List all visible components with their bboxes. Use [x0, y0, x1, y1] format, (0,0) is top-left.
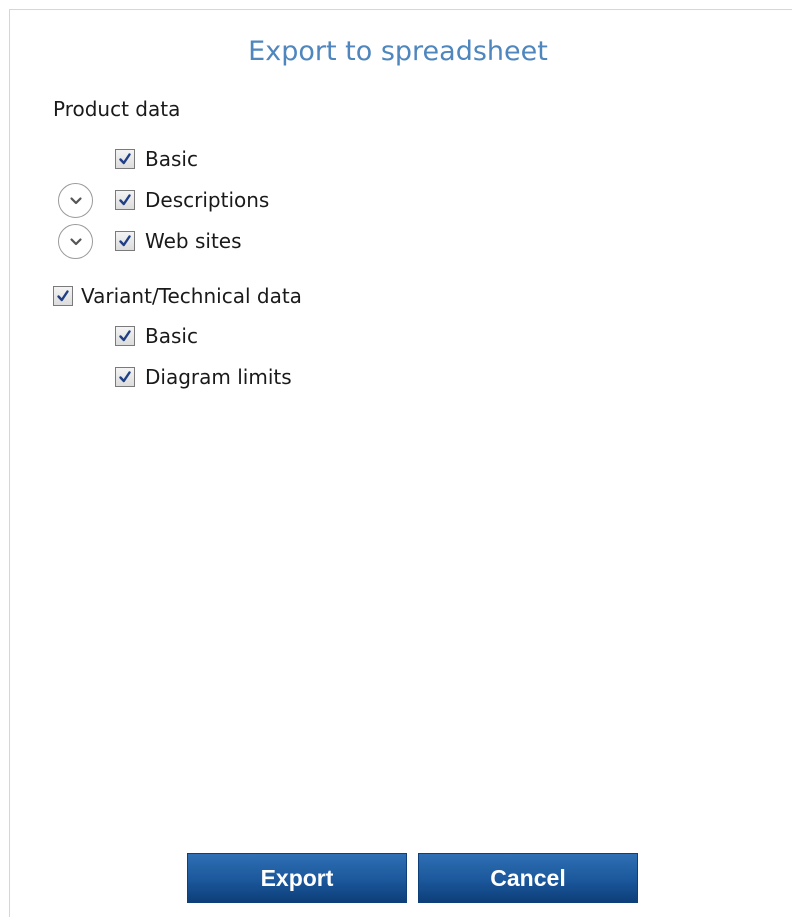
product-basic-label[interactable]: Basic [145, 147, 198, 171]
checkmark-icon [119, 153, 131, 165]
variant-basic-label[interactable]: Basic [145, 324, 198, 348]
product-web-sites-label[interactable]: Web sites [145, 229, 242, 253]
dialog-title: Export to spreadsheet [248, 36, 548, 67]
cancel-button[interactable]: Cancel [418, 853, 638, 903]
variant-technical-option[interactable]: Variant/Technical data [53, 281, 302, 311]
checkmark-icon [119, 235, 131, 247]
product-descriptions-checkbox[interactable] [115, 190, 135, 210]
descriptions-expand-button[interactable] [58, 183, 93, 218]
variant-basic-option[interactable]: Basic [115, 321, 198, 351]
variant-technical-label[interactable]: Variant/Technical data [81, 284, 302, 308]
product-data-label: Product data [53, 97, 181, 121]
chevron-down-icon [69, 237, 82, 245]
variant-diagram-limits-label[interactable]: Diagram limits [145, 365, 292, 389]
product-descriptions-label[interactable]: Descriptions [145, 188, 269, 212]
checkmark-icon [57, 290, 69, 302]
export-button[interactable]: Export [187, 853, 407, 903]
product-web-sites-checkbox[interactable] [115, 231, 135, 251]
variant-technical-checkbox[interactable] [53, 286, 73, 306]
checkmark-icon [119, 194, 131, 206]
variant-basic-checkbox[interactable] [115, 326, 135, 346]
web-sites-expand-button[interactable] [58, 224, 93, 259]
checkmark-icon [119, 371, 131, 383]
variant-diagram-limits-option[interactable]: Diagram limits [115, 362, 292, 392]
chevron-down-icon [69, 196, 82, 204]
product-web-sites-option[interactable]: Web sites [115, 226, 242, 256]
checkmark-icon [119, 330, 131, 342]
product-basic-option[interactable]: Basic [115, 144, 198, 174]
variant-diagram-limits-checkbox[interactable] [115, 367, 135, 387]
product-basic-checkbox[interactable] [115, 149, 135, 169]
product-descriptions-option[interactable]: Descriptions [115, 185, 269, 215]
